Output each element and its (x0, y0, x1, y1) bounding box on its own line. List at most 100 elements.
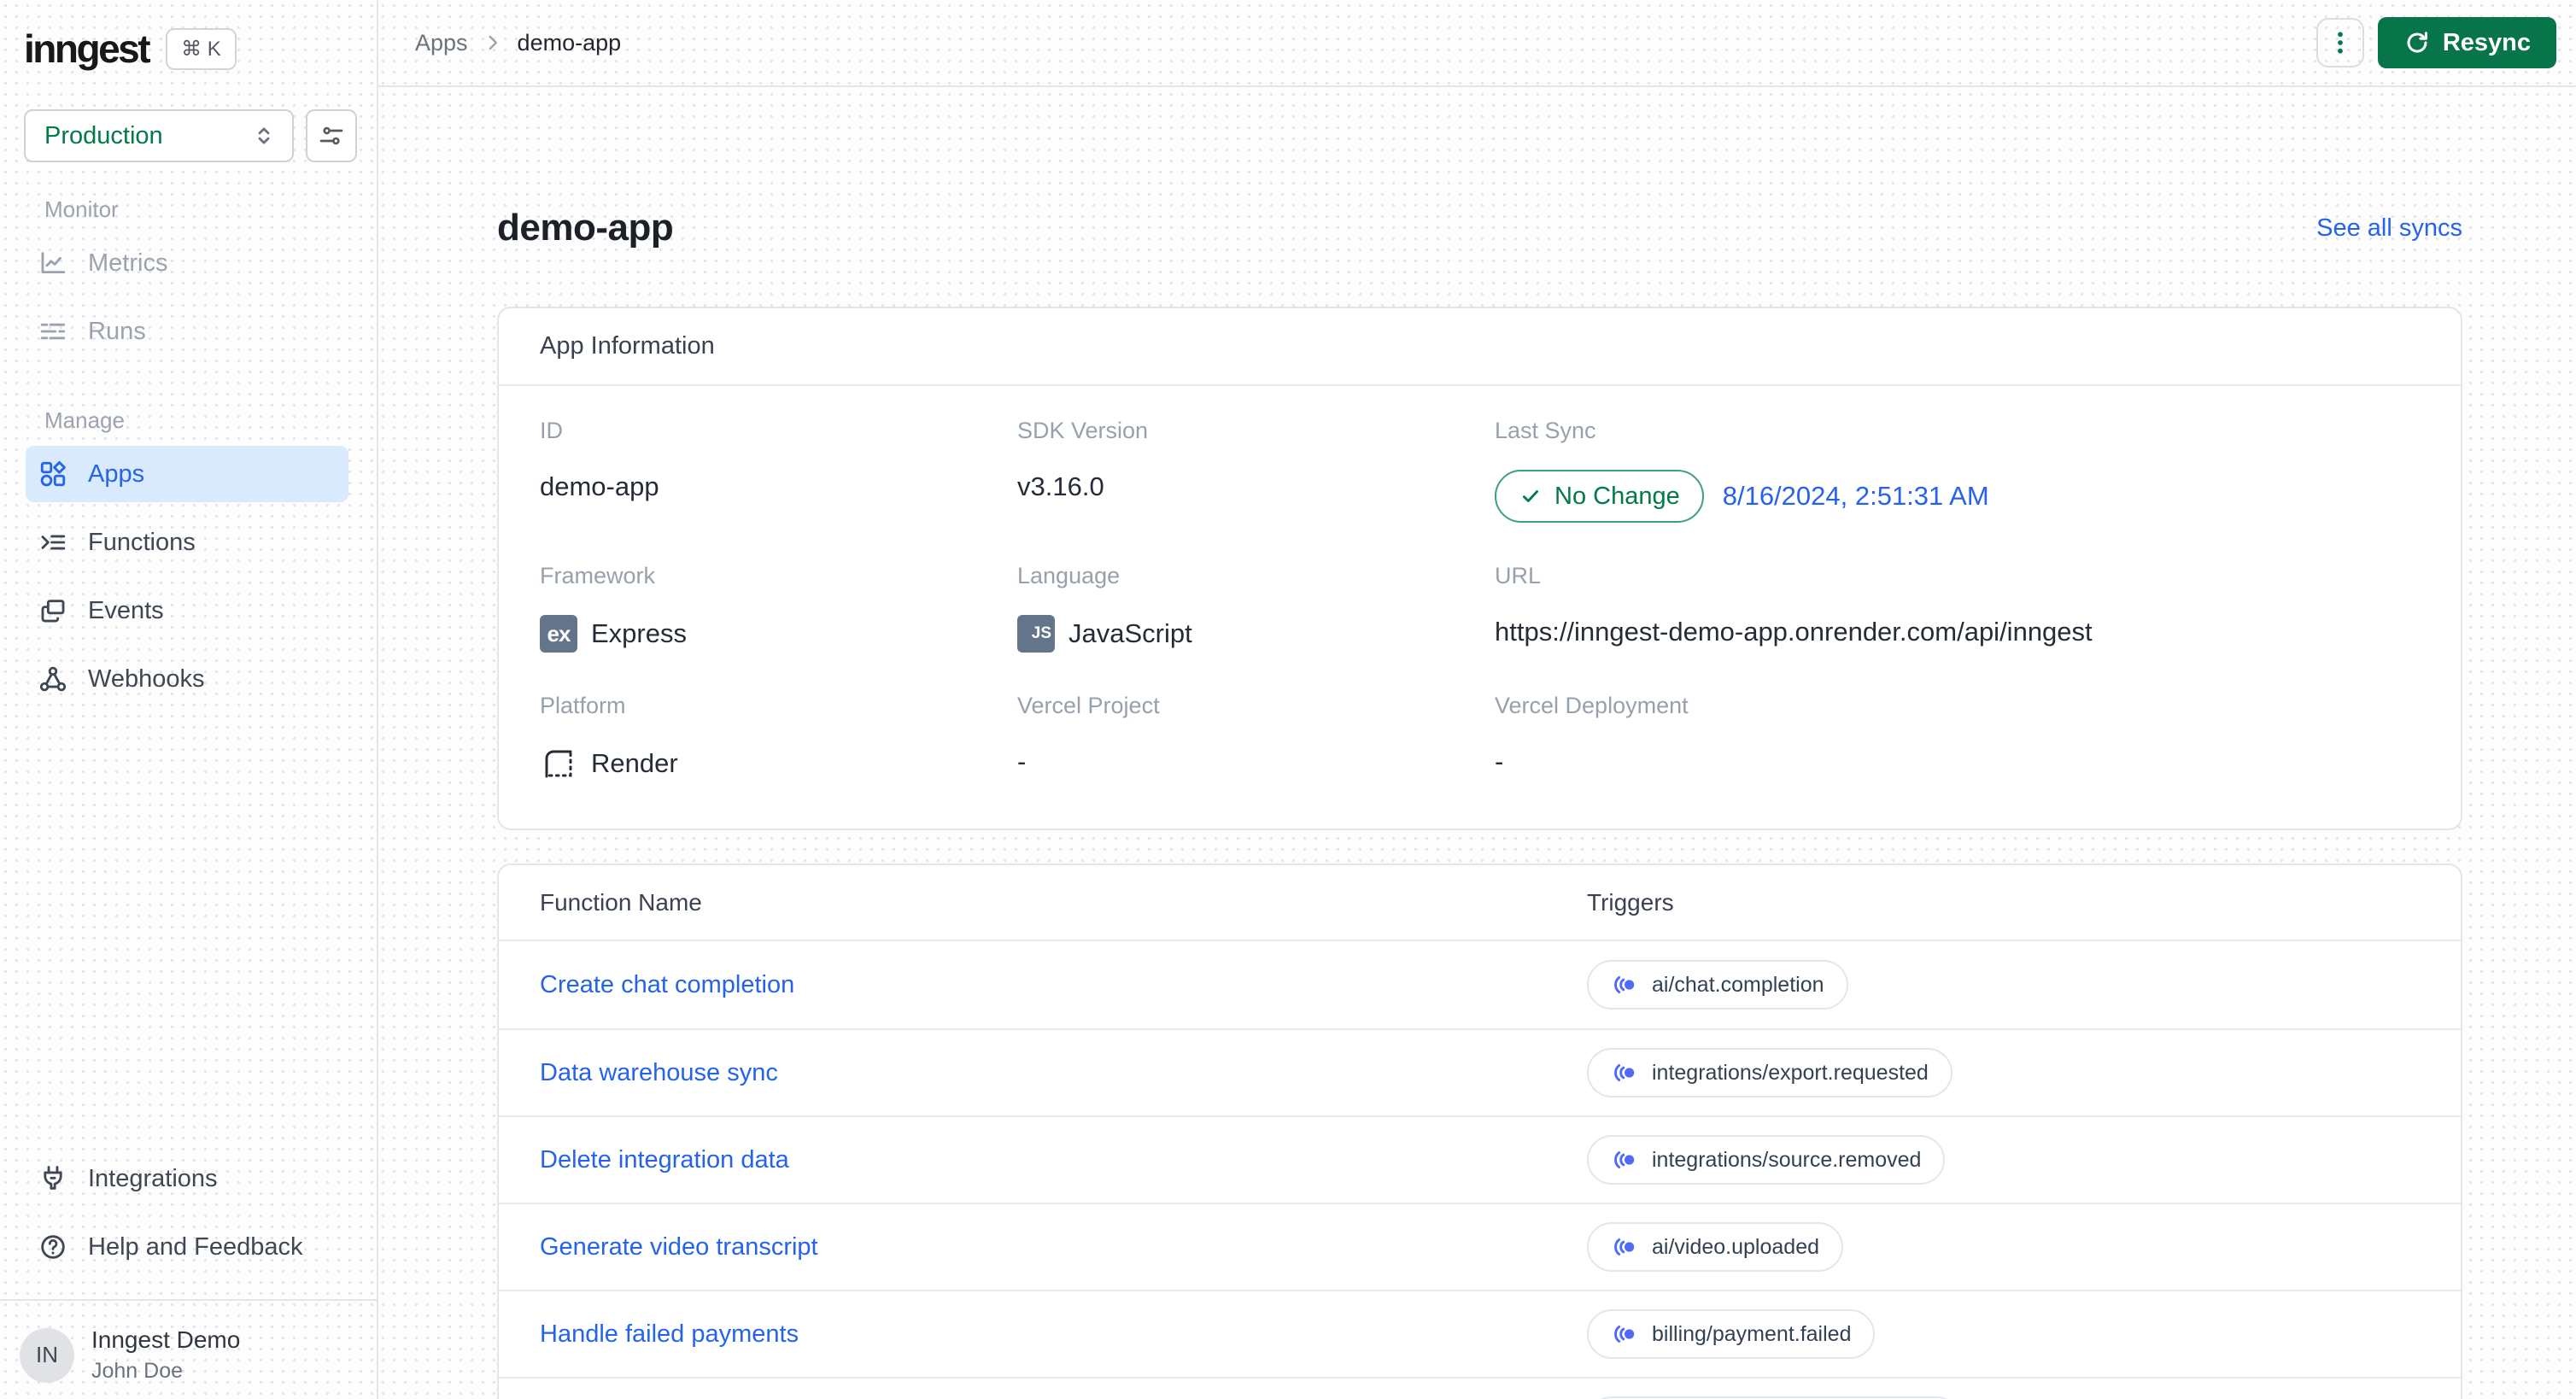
page-title: demo-app (497, 207, 674, 249)
function-link[interactable]: Generate video transcript (540, 1233, 1587, 1261)
field-label: URL (1495, 563, 1542, 588)
column-function-name: Function Name (540, 888, 702, 916)
field-value: - (1017, 746, 1027, 776)
apps-grid-icon (40, 460, 66, 487)
trigger-pill: integrations/export.requested (1587, 1048, 1952, 1098)
javascript-icon: JS (1017, 615, 1055, 653)
see-all-syncs-link[interactable]: See all syncs (2316, 214, 2462, 243)
help-circle-icon (41, 1235, 65, 1259)
sidebar-item-integrations[interactable]: Integrations (26, 1150, 348, 1207)
sidebar-item-label: Functions (88, 528, 196, 556)
app-information-body: ID demo-app SDK Version v3.16.0 Last Syn… (499, 386, 2461, 828)
app-information-card: App Information ID demo-app SDK Version … (497, 307, 2462, 830)
topbar: Apps demo-app Resync (378, 0, 2576, 87)
sidebar-item-events[interactable]: Events (26, 582, 348, 639)
functions-table-header: Function Name Triggers (499, 865, 2461, 941)
table-row: Delete integration data integrations/sou… (499, 1115, 2461, 1203)
sidebar-item-runs[interactable]: Runs (26, 303, 348, 360)
breadcrumb-current: demo-app (517, 29, 622, 56)
environment-filter-button[interactable] (306, 109, 357, 162)
event-pulse-icon (1614, 1064, 1635, 1081)
field-value: https://inngest-demo-app.onrender.com/ap… (1495, 617, 2093, 647)
user-name: John Doe (91, 1359, 184, 1383)
environment-row: Production (24, 109, 377, 162)
info-row-1: ID demo-app SDK Version v3.16.0 Last Syn… (540, 417, 2420, 523)
app-actions-menu-button[interactable] (2315, 18, 2364, 67)
status-badge: No Change (1495, 470, 1704, 523)
sidebar-item-functions[interactable]: Functions (26, 514, 348, 571)
field-value: demo-app (540, 471, 659, 501)
field-framework: Framework ex Express (540, 562, 1017, 653)
framework-name: Express (591, 618, 687, 648)
event-pulse-icon (1614, 1326, 1635, 1343)
field-platform: Platform Render (540, 692, 1017, 782)
check-icon (1523, 490, 1538, 502)
sidebar-item-label: Webhooks (88, 664, 205, 693)
sidebar-item-help[interactable]: Help and Feedback (26, 1219, 348, 1275)
sidebar-item-metrics[interactable]: Metrics (26, 235, 348, 291)
logo-row: inngest ⌘ K (0, 0, 377, 72)
trigger-name: billing/payment.failed (1652, 1321, 1852, 1346)
metrics-icon (41, 252, 66, 274)
topbar-actions: Resync (2315, 17, 2556, 68)
function-link[interactable]: Delete integration data (540, 1146, 1587, 1174)
function-link[interactable]: Data warehouse sync (540, 1059, 1587, 1087)
field-last-sync: Last Sync No Change 8/16/2024, 2:51:31 A… (1495, 417, 2420, 523)
resync-button[interactable]: Resync (2377, 17, 2556, 68)
sidebar-item-label: Help and Feedback (88, 1232, 303, 1261)
status-badge-label: No Change (1554, 482, 1680, 510)
sidebar-item-label: Runs (88, 317, 146, 345)
field-value: v3.16.0 (1017, 471, 1104, 501)
event-pulse-icon (1614, 976, 1635, 993)
sidebar-divider (0, 1299, 377, 1301)
field-label: SDK Version (1017, 418, 1149, 443)
functions-icon (41, 535, 66, 550)
info-row-2: Framework ex Express Language JS JavaScr… (540, 562, 2420, 653)
trigger-pill: billing/payment.failed (1587, 1309, 1876, 1359)
field-value: ex Express (540, 615, 1017, 653)
inngest-logo[interactable]: inngest (24, 26, 151, 72)
function-link[interactable]: Handle failed payments (540, 1320, 1587, 1349)
account-menu[interactable]: IN Inngest Demo John Doe (20, 1326, 377, 1384)
breadcrumb: Apps demo-app (415, 30, 621, 56)
last-sync-line: No Change 8/16/2024, 2:51:31 AM (1495, 470, 2420, 523)
field-id: ID demo-app (540, 417, 1017, 523)
last-sync-timestamp-link[interactable]: 8/16/2024, 2:51:31 AM (1723, 481, 1989, 512)
trigger-name: integrations/export.requested (1652, 1060, 1929, 1085)
chevron-updown-icon (258, 127, 270, 144)
breadcrumb-apps[interactable]: Apps (415, 30, 468, 56)
sync-icon (2407, 32, 2427, 53)
main-area: Apps demo-app Resync demo-app See all sy… (378, 0, 2576, 1399)
chevron-right-icon (489, 35, 497, 50)
sliders-icon (319, 126, 343, 145)
field-vercel-deployment: Vercel Deployment - (1495, 692, 2420, 782)
monitor-section-label: Monitor (44, 196, 119, 222)
trigger-pill: ai/video.uploaded (1587, 1222, 1843, 1272)
resync-label: Resync (2442, 28, 2531, 56)
table-row: Handle failed payments billing/payment.f… (499, 1290, 2461, 1377)
field-value: Render (540, 745, 1017, 782)
sidebar-nav: Monitor Metrics Runs Manage Apps Functio… (0, 196, 377, 719)
account-name: Inngest Demo (91, 1326, 241, 1353)
user-text: Inngest Demo John Doe (91, 1326, 240, 1384)
trigger-pill: integrations/source.removed (1587, 1135, 1946, 1185)
function-link[interactable]: Create chat completion (540, 971, 1587, 999)
express-icon: ex (540, 615, 577, 653)
sidebar-item-apps[interactable]: Apps (26, 446, 348, 502)
field-value: - (1495, 746, 1504, 776)
sidebar-item-label: Integrations (88, 1164, 218, 1192)
webhooks-icon (39, 666, 67, 692)
field-label: Vercel Deployment (1495, 693, 1689, 718)
page-head: demo-app See all syncs (497, 207, 2462, 249)
runs-list-icon (40, 323, 66, 340)
sidebar-bottom: Integrations Help and Feedback IN Innges… (0, 1150, 377, 1399)
language-name: JavaScript (1068, 618, 1192, 648)
field-label: Vercel Project (1017, 693, 1160, 718)
field-label: ID (540, 418, 563, 443)
functions-table: Function Name Triggers Create chat compl… (497, 863, 2462, 1399)
environment-label: Production (44, 121, 163, 149)
sidebar-item-webhooks[interactable]: Webhooks (26, 651, 348, 707)
command-k-shortcut[interactable]: ⌘ K (166, 27, 237, 70)
info-row-3: Platform Render Vercel Project - Vercel … (540, 692, 2420, 782)
environment-select[interactable]: Production (24, 109, 294, 162)
